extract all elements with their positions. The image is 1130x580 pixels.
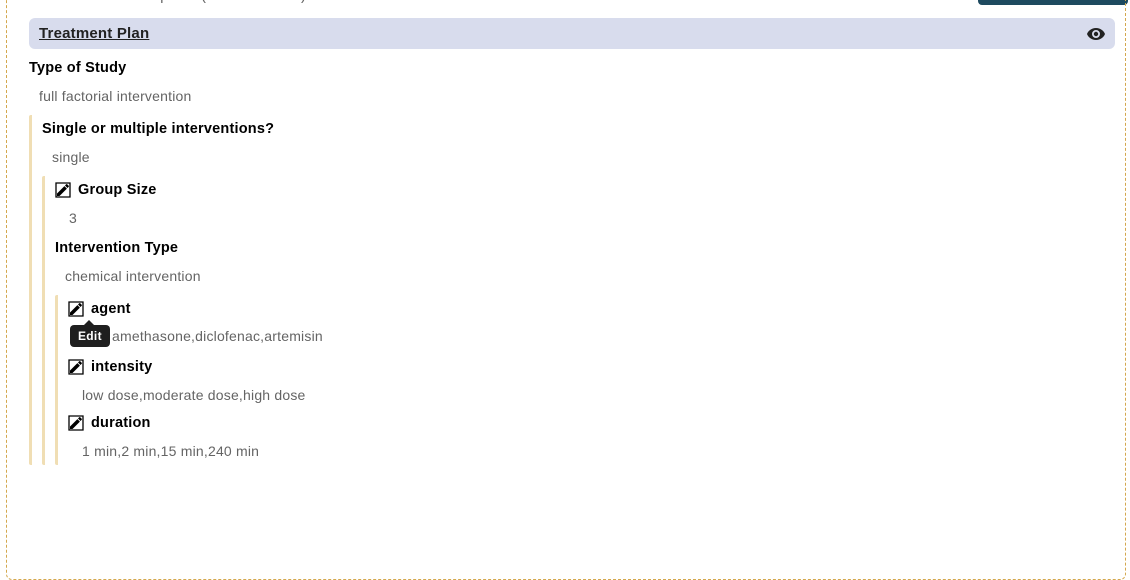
interventions-value: single [42,137,1115,165]
intervention-details-block: agent Edit amethasone,diclofenac,artemis… [55,295,1115,465]
treatment-plan-header[interactable]: Treatment Plan [29,18,1115,49]
intervention-type-label: Intervention Type [55,226,1115,256]
interventions-label: Single or multiple interventions? [42,115,1115,137]
edit-icon[interactable] [68,415,84,431]
collaboration-text: collaboration required (DUO:0000020) [29,0,1115,4]
intensity-row: intensity [68,353,1115,375]
group-size-row: Group Size [55,176,1115,198]
duration-row: duration [68,403,1115,431]
edit-icon[interactable] [55,182,71,198]
intensity-label: intensity [91,359,152,375]
duration-value: 1 min,2 min,15 min,240 min [68,431,1115,465]
section-title: Treatment Plan [39,25,149,42]
form-container: collaboration required (DUO:0000020) Tre… [6,0,1126,580]
edit-icon[interactable] [68,301,84,317]
group-size-label: Group Size [78,182,157,198]
group-intervention-block: Group Size 3 Intervention Type chemical … [42,176,1115,465]
group-size-value: 3 [55,198,1115,226]
interventions-block: Single or multiple interventions? single… [29,115,1115,465]
intervention-type-value: chemical intervention [55,256,1115,284]
edit-tooltip: Edit [70,325,110,347]
agent-label: agent [91,301,131,317]
form-content: collaboration required (DUO:0000020) Tre… [29,0,1115,465]
type-of-study-value: full factorial intervention [29,76,1115,104]
duration-label: duration [91,415,151,431]
intensity-value: low dose,moderate dose,high dose [68,375,1115,403]
agent-value: amethasone,diclofenac,artemisin [112,328,323,344]
type-of-study-label: Type of Study [29,49,1115,76]
eye-icon[interactable] [1087,28,1105,40]
edit-icon[interactable] [68,359,84,375]
agent-row: agent [68,295,1115,317]
